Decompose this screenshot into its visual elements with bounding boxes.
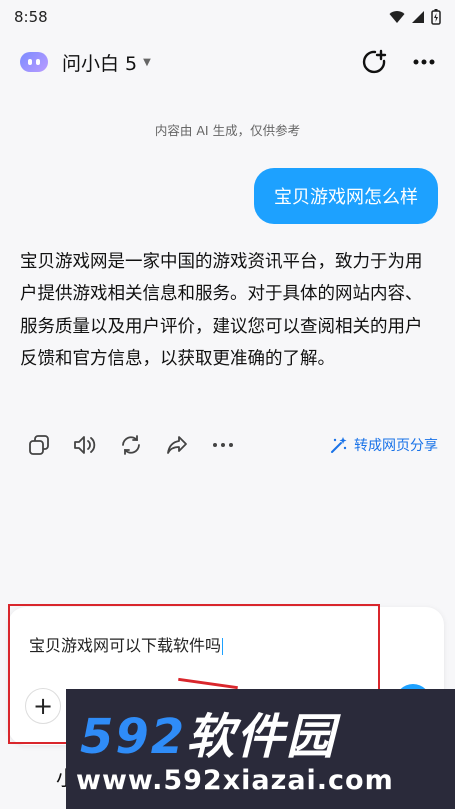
speaker-icon [74,436,96,454]
watermark-url: www.592xiazai.com [76,765,394,796]
status-time: 8:58 [14,8,48,26]
ai-disclaimer: 内容由 AI 生成，仅供参考 [154,123,301,138]
status-icons [389,9,441,25]
new-chat-button[interactable] [361,49,387,75]
copy-button[interactable] [26,432,52,458]
chevron-down-icon[interactable]: ▼ [143,57,151,68]
more-actions-button[interactable] [210,432,236,458]
watermark-title: 592软件园 [80,709,337,765]
wifi-icon [389,11,405,23]
assistant-answer: 宝贝游戏网是一家中国的游戏资讯平台，致力于为用户提供游戏相关信息和服务。对于具体… [20,252,423,370]
ellipsis-icon [213,443,233,447]
battery-icon [431,9,441,25]
convert-to-webpage-button[interactable]: 转成网页分享 [330,435,438,455]
assistant-name[interactable]: 问小白 5 [62,49,137,76]
status-bar: 8:58 [0,0,455,34]
read-aloud-button[interactable] [72,432,98,458]
answer-actions: 转成网页分享 [26,430,438,460]
copy-icon [29,435,49,455]
magic-wand-icon [331,437,347,453]
more-icon [413,59,435,65]
assistant-logo-icon [20,52,48,72]
regenerate-button[interactable] [118,432,144,458]
share-icon [167,436,187,454]
refresh-icon [122,435,140,455]
more-button[interactable] [413,59,435,65]
user-message-bubble: 宝贝游戏网怎么样 [254,168,438,224]
share-button[interactable] [164,432,190,458]
watermark-logo: 592软件园 www.592xiazai.com [66,689,455,809]
convert-to-webpage-label: 转成网页分享 [354,438,438,454]
signal-icon [412,11,424,23]
chat-header: 问小白 5 ▼ [0,40,455,84]
new-chat-icon [362,49,387,74]
